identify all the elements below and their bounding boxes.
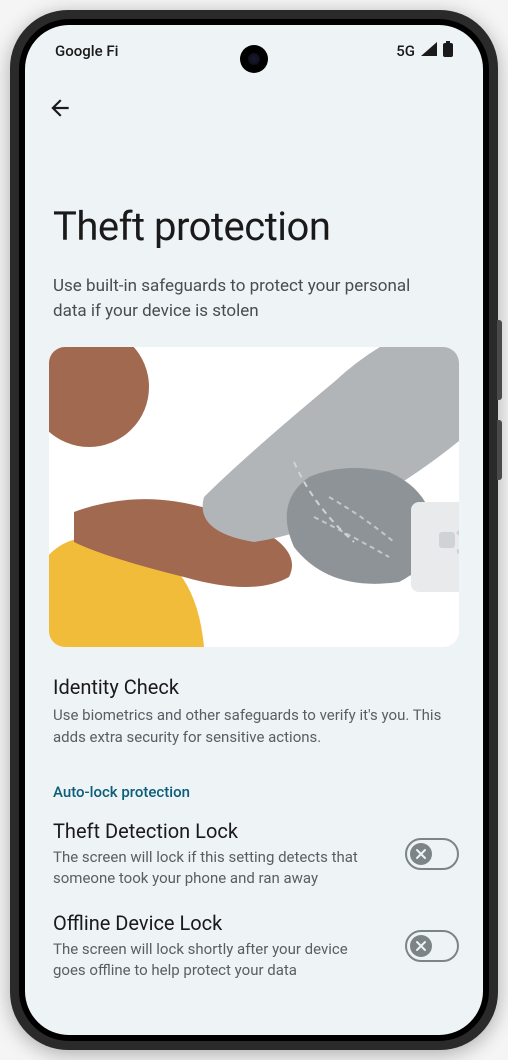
- offline-lock-row: Offline Device Lock The screen will lock…: [25, 911, 483, 1003]
- screen: Google Fi 5G Theft protec: [25, 25, 483, 1035]
- illustration-svg: [49, 347, 459, 647]
- volume-button[interactable]: [497, 420, 502, 480]
- offline-lock-title: Offline Device Lock: [53, 911, 389, 935]
- theft-detection-title: Theft Detection Lock: [53, 819, 389, 843]
- page-title: Theft protection: [25, 131, 483, 274]
- offline-lock-text: Offline Device Lock The screen will lock…: [53, 911, 389, 981]
- theft-illustration: [49, 347, 459, 647]
- phone-bezel: Google Fi 5G Theft protec: [19, 19, 489, 1041]
- carrier-label: Google Fi: [55, 42, 118, 60]
- identity-check-desc: Use biometrics and other safeguards to v…: [53, 705, 455, 749]
- theft-detection-desc: The screen will lock if this setting det…: [53, 847, 373, 889]
- status-right: 5G: [396, 41, 453, 61]
- toggle-thumb-off: [410, 843, 432, 865]
- close-icon: [415, 940, 427, 952]
- back-button[interactable]: [25, 77, 483, 131]
- phone-frame: Google Fi 5G Theft protec: [10, 10, 498, 1050]
- battery-icon: [443, 41, 453, 61]
- power-button[interactable]: [497, 320, 502, 400]
- arrow-left-icon: [47, 95, 73, 121]
- theft-detection-row: Theft Detection Lock The screen will loc…: [25, 819, 483, 911]
- theft-detection-text: Theft Detection Lock The screen will loc…: [53, 819, 389, 889]
- toggle-thumb-off: [410, 935, 432, 957]
- offline-lock-toggle[interactable]: [405, 930, 459, 962]
- close-icon: [415, 848, 427, 860]
- offline-lock-desc: The screen will lock shortly after your …: [53, 939, 373, 981]
- theft-detection-toggle[interactable]: [405, 838, 459, 870]
- camera-cutout: [240, 45, 268, 73]
- network-label: 5G: [396, 42, 415, 60]
- identity-check-title: Identity Check: [53, 675, 455, 699]
- autolock-section-header: Auto-lock protection: [25, 775, 483, 819]
- content-area: Theft protection Use built-in safeguards…: [25, 25, 483, 1035]
- page-subtitle: Use built-in safeguards to protect your …: [25, 274, 445, 347]
- identity-check-item[interactable]: Identity Check Use biometrics and other …: [25, 675, 483, 775]
- signal-icon: [421, 42, 437, 60]
